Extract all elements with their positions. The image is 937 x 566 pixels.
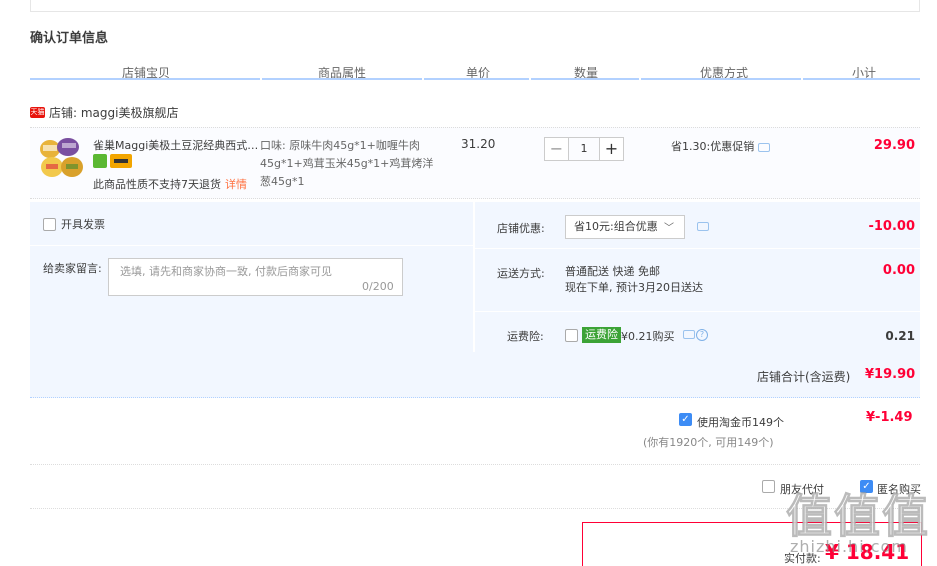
shop-total-label: 店铺合计(含运费) bbox=[757, 370, 851, 384]
promotion-text: 省1.30:优惠促销 bbox=[671, 140, 755, 153]
friend-pay-checkbox[interactable] bbox=[762, 480, 775, 493]
header-divider bbox=[424, 78, 529, 80]
detail-link[interactable]: 详情 bbox=[225, 178, 247, 191]
seller-message-counter: 0/200 bbox=[362, 280, 394, 293]
comment-icon[interactable] bbox=[697, 222, 709, 231]
card-payment-badge-icon bbox=[110, 154, 132, 168]
shop-name[interactable]: 店铺: maggi美极旗舰店 bbox=[49, 104, 178, 121]
shipping-eta: 现在下单, 预计3月20日送达 bbox=[565, 281, 703, 294]
taobao-coin-checkbox[interactable]: ✓ bbox=[679, 413, 692, 426]
invoice-checkbox[interactable] bbox=[43, 217, 56, 231]
tmall-icon: 天猫 bbox=[30, 107, 45, 118]
shop-total-value: ¥19.90 bbox=[865, 367, 916, 382]
taobao-coin-label: 使用淘金币149个 bbox=[697, 416, 784, 429]
panel-divider bbox=[30, 245, 473, 246]
panel-divider bbox=[475, 248, 920, 249]
shop-row: 天猫 店铺: maggi美极旗舰店 bbox=[30, 104, 178, 121]
promotion: 省1.30:优惠促销 bbox=[671, 138, 770, 154]
seller-message-placeholder: 选填, 请先和商家协商一致, 付款后商家可见 bbox=[120, 265, 332, 278]
header-divider bbox=[262, 78, 422, 80]
product-title[interactable]: 雀巢Maggi美极土豆泥经典西式… bbox=[93, 137, 258, 153]
comment-icon[interactable] bbox=[683, 330, 695, 339]
product-image[interactable] bbox=[38, 137, 86, 183]
shop-discount-label: 店铺优惠: bbox=[497, 222, 545, 235]
chevron-down-icon[interactable]: ﹀ bbox=[664, 219, 674, 234]
divider bbox=[30, 464, 920, 465]
header-divider bbox=[30, 78, 260, 80]
quantity-decrease-button[interactable]: − bbox=[544, 137, 569, 161]
return-policy-note: 此商品性质不支持7天退货 详情 bbox=[93, 176, 247, 192]
seller-message-label: 给卖家留言: bbox=[43, 262, 102, 275]
product-attributes: 口味: 原味牛肉45g*1+咖喱牛肉45g*1+鸡茸玉米45g*1+鸡茸烤洋葱4… bbox=[260, 139, 434, 188]
panel-divider bbox=[475, 311, 920, 312]
guarantee-badge-icon bbox=[93, 154, 107, 168]
invoice-label: 开具发票 bbox=[61, 218, 105, 231]
taobao-coin-balance: (你有1920个, 可用149个) bbox=[643, 436, 774, 449]
item-subtotal: 29.90 bbox=[873, 138, 915, 153]
insurance-amount: 0.21 bbox=[885, 329, 915, 343]
quantity-increase-button[interactable]: + bbox=[599, 137, 624, 161]
shipping-amount: 0.00 bbox=[882, 263, 915, 278]
insurance-label: 运费险: bbox=[507, 330, 544, 343]
shipping-label: 运送方式: bbox=[497, 267, 545, 280]
top-strip bbox=[30, 0, 920, 12]
header-divider bbox=[803, 78, 920, 80]
invoice-option[interactable]: 开具发票 bbox=[43, 216, 105, 232]
help-icon[interactable]: ? bbox=[696, 329, 708, 341]
section-title: 确认订单信息 bbox=[30, 31, 109, 46]
quantity-stepper: − 1 + bbox=[544, 137, 629, 161]
header-divider bbox=[531, 78, 639, 80]
shipping-info: 普通配送 快递 免邮 现在下单, 预计3月20日送达 bbox=[565, 264, 703, 296]
shop-discount-amount: -10.00 bbox=[868, 219, 915, 234]
taobao-coin-value: ¥-1.49 bbox=[866, 410, 913, 425]
quantity-input[interactable]: 1 bbox=[569, 137, 599, 161]
insurance-checkbox[interactable] bbox=[565, 329, 578, 342]
unit-price: 31.20 bbox=[461, 137, 496, 151]
shipping-method: 普通配送 快递 免邮 bbox=[565, 265, 660, 278]
insurance-price: ¥0.21购买 bbox=[621, 330, 675, 343]
comment-icon[interactable] bbox=[757, 142, 770, 152]
return-policy-text: 此商品性质不支持7天退货 bbox=[93, 178, 221, 191]
insurance-tag: 运费险 bbox=[582, 327, 621, 343]
header-divider bbox=[641, 78, 801, 80]
watermark-site: zhizhi.hi.com bbox=[790, 537, 908, 556]
